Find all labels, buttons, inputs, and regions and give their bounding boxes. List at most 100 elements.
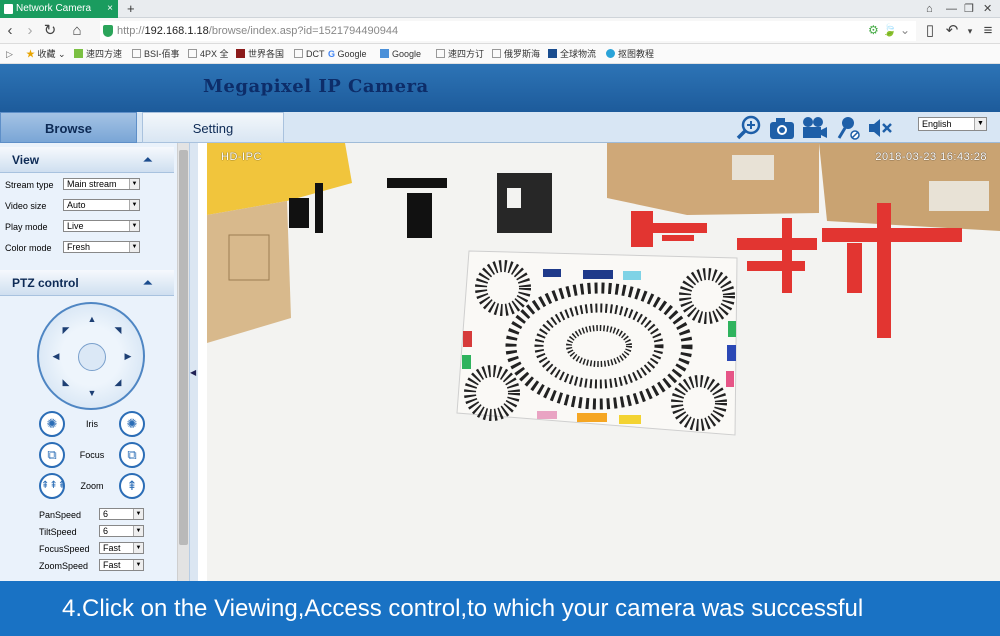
bookmark-item[interactable]: DCT: [294, 44, 325, 64]
view-section-header[interactable]: View ⏶: [0, 147, 174, 173]
tab-setting[interactable]: Setting: [142, 112, 284, 143]
undo-icon[interactable]: ↶: [942, 20, 962, 42]
focus-label: Focus: [79, 450, 105, 460]
pan-speed-select[interactable]: 6 ▼: [99, 508, 144, 520]
address-toolbar: ‹ › ↻ ⌂ http://192.168.1.18/browse/index…: [0, 18, 1000, 44]
ptz-up-icon[interactable]: ▲: [86, 314, 98, 324]
bookmark-icon[interactable]: ▯: [920, 20, 940, 42]
bookmark-item[interactable]: Google: [380, 44, 421, 64]
play-mode-select[interactable]: Live ▼: [63, 220, 140, 232]
collapse-sidebar-icon[interactable]: ◀: [190, 368, 196, 377]
ptz-left-icon[interactable]: ◀: [50, 351, 62, 362]
bookmark-item[interactable]: ★ 收藏 ⌄: [26, 44, 66, 64]
url-dropdown-icon[interactable]: ⌄: [900, 19, 910, 41]
zoom-speed-label: ZoomSpeed: [39, 561, 89, 571]
ptz-home-button[interactable]: [78, 343, 106, 371]
minimize-icon[interactable]: —: [946, 0, 957, 18]
ptz-down-icon[interactable]: ▼: [86, 388, 98, 398]
bookmark-item[interactable]: G Google: [328, 44, 367, 64]
language-select[interactable]: English ▼: [918, 117, 987, 131]
back-icon[interactable]: ‹: [0, 20, 20, 42]
video-size-select[interactable]: Auto ▼: [63, 199, 140, 211]
panel-splitter[interactable]: [189, 143, 198, 581]
tab-browse[interactable]: Browse: [0, 112, 137, 143]
ptz-right-icon[interactable]: ▶: [122, 351, 134, 362]
zoom-label: Zoom: [80, 481, 104, 491]
ptz-section-header[interactable]: PTZ control ⏶: [0, 270, 174, 296]
tilt-speed-select[interactable]: 6 ▼: [99, 525, 144, 537]
bookmark-item[interactable]: 速四方速: [74, 44, 122, 64]
play-mode-label: Play mode: [5, 222, 48, 232]
bookmarks-bar: ▷ ★ 收藏 ⌄ 速四方速 BSI-佰事 4PX 全 世界各国 DCT G Go…: [0, 44, 1000, 64]
url-path: /browse/index.asp?id=1521794490944: [208, 25, 399, 37]
bookmarks-toggle-icon[interactable]: ▷: [6, 44, 13, 64]
ptz-direction-wheel[interactable]: ▲ ▼ ◀ ▶ ◤ ◥ ◣ ◢: [37, 302, 145, 410]
reload-icon[interactable]: ↻: [40, 20, 60, 42]
ptz-section-title: PTZ control: [12, 276, 79, 290]
leaf-icon[interactable]: 🍃: [882, 19, 897, 41]
bookmark-item[interactable]: 速四方订: [436, 44, 484, 64]
forward-icon[interactable]: ›: [20, 20, 40, 42]
app-header: Megapixel IP Camera: [0, 64, 1000, 112]
camera-feed-image: [207, 143, 1000, 581]
undo-menu-icon[interactable]: ▾: [960, 20, 980, 42]
chevron-down-icon: ▼: [133, 526, 143, 536]
bookmark-item[interactable]: 俄罗斯海: [492, 44, 540, 64]
bookmark-item[interactable]: 4PX 全: [188, 44, 229, 64]
chevron-down-icon: ▼: [974, 118, 986, 130]
speaker-mute-icon[interactable]: [866, 115, 894, 141]
zoom-in-icon[interactable]: [735, 115, 763, 141]
iris-label: Iris: [86, 419, 98, 429]
browser-tab[interactable]: Network Camera ×: [0, 0, 118, 18]
focus-speed-label: FocusSpeed: [39, 544, 90, 554]
live-video-view[interactable]: HD-IPC 2018-03-23 16:43:28: [207, 143, 1000, 581]
page-favicon-icon: [4, 4, 13, 14]
chevron-down-icon: ▼: [129, 242, 139, 252]
zoom-speed-select[interactable]: Fast ▼: [99, 559, 144, 571]
collapse-icon[interactable]: ⏶: [143, 147, 152, 173]
microphone-icon[interactable]: [834, 115, 862, 141]
url-host: 192.168.1.18: [144, 25, 209, 37]
video-size-label: Video size: [5, 201, 47, 211]
home-icon[interactable]: ⌂: [67, 20, 87, 42]
bookmark-item[interactable]: BSI-佰事: [132, 44, 180, 64]
speed-mode-icon[interactable]: ⚙: [868, 19, 879, 41]
restore-icon[interactable]: ❐: [964, 0, 974, 18]
ptz-up-left-icon[interactable]: ◤: [60, 325, 72, 336]
ptz-up-right-icon[interactable]: ◥: [112, 325, 124, 336]
ptz-down-left-icon[interactable]: ◣: [60, 377, 72, 388]
collapse-icon[interactable]: ⏶: [143, 270, 152, 296]
iris-close-button[interactable]: ✺: [119, 411, 145, 437]
app-title: Megapixel IP Camera: [203, 76, 429, 97]
close-window-icon[interactable]: ✕: [983, 0, 992, 18]
close-tab-icon[interactable]: ×: [107, 0, 113, 18]
color-mode-label: Color mode: [5, 243, 52, 253]
focus-far-button[interactable]: ⧉: [119, 442, 145, 468]
bookmark-item[interactable]: 世界各国: [236, 44, 284, 64]
url-input[interactable]: http://192.168.1.18/browse/index.asp?id=…: [100, 21, 916, 41]
zoom-out-button[interactable]: ⇞⇞⇞: [39, 473, 66, 499]
focus-speed-select[interactable]: Fast ▼: [99, 542, 144, 554]
sidebar-scroll-thumb[interactable]: [179, 150, 188, 545]
record-video-icon[interactable]: [800, 115, 828, 141]
snapshot-camera-icon[interactable]: [768, 115, 796, 141]
new-tab-button[interactable]: +: [127, 0, 135, 18]
color-mode-select[interactable]: Fresh ▼: [63, 241, 140, 253]
iris-open-button[interactable]: ✺: [39, 411, 65, 437]
chevron-down-icon: ▼: [133, 543, 143, 553]
url-prefix: http://: [117, 25, 145, 37]
video-timestamp: 2018-03-23 16:43:28: [875, 151, 987, 163]
chevron-down-icon: ▼: [129, 200, 139, 210]
focus-near-button[interactable]: ⧉: [39, 442, 65, 468]
shirt-icon[interactable]: ⌂: [926, 0, 933, 18]
view-section-title: View: [12, 153, 40, 167]
zoom-in-button[interactable]: ⇞: [119, 473, 145, 499]
stream-type-select[interactable]: Main stream ▼: [63, 178, 140, 190]
bookmark-item[interactable]: 全球物流: [548, 44, 596, 64]
chevron-down-icon: ▼: [129, 179, 139, 189]
bookmark-item[interactable]: 抠图教程: [606, 44, 654, 64]
video-channel-label: HD-IPC: [221, 151, 262, 163]
menu-icon[interactable]: ≡: [978, 20, 998, 42]
ptz-down-right-icon[interactable]: ◢: [112, 377, 124, 388]
caption-bar: 4.Click on the Viewing,Access control,to…: [0, 581, 1000, 636]
